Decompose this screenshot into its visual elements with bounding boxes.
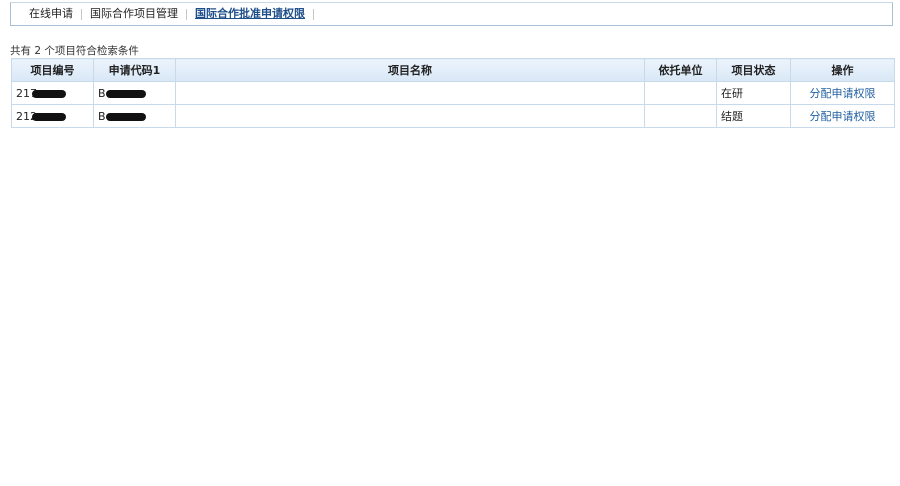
project-name-cell[interactable]: [175, 104, 645, 128]
redaction-mark: [106, 112, 146, 121]
header-project-status: 项目状态: [716, 58, 791, 82]
project-id-cell: 217: [11, 81, 94, 105]
header-apply-code: 申请代码1: [93, 58, 176, 82]
table-row: 212 B 结题 分配申请权限: [11, 104, 895, 128]
header-project-id: 项目编号: [11, 58, 94, 82]
apply-code: B: [98, 109, 106, 123]
redaction-mark: [32, 89, 66, 98]
project-status: 在研: [716, 81, 791, 105]
assign-permission-link[interactable]: 分配申请权限: [810, 110, 876, 123]
apply-code: B: [98, 86, 106, 100]
operation-cell: 分配申请权限: [790, 104, 895, 128]
redaction-mark: [32, 112, 66, 121]
project-status: 结题: [716, 104, 791, 128]
assign-permission-link[interactable]: 分配申请权限: [810, 87, 876, 100]
host-unit-cell: [644, 104, 717, 128]
header-project-name: 项目名称: [175, 58, 645, 82]
tab-bar: 在线申请 国际合作项目管理 国际合作批准申请权限: [10, 2, 893, 26]
apply-code-cell: B: [93, 104, 176, 128]
project-name-cell[interactable]: [175, 81, 645, 105]
table-row: 217 B 在研 分配申请权限: [11, 81, 895, 105]
host-unit-cell: [644, 81, 717, 105]
result-summary: 共有 2 个项目符合检索条件: [10, 45, 139, 57]
operation-cell: 分配申请权限: [790, 81, 895, 105]
tab-online-apply[interactable]: 在线申请: [21, 7, 81, 21]
apply-code-cell: B: [93, 81, 176, 105]
project-id-cell: 212: [11, 104, 94, 128]
header-host-unit: 依托单位: [644, 58, 717, 82]
header-operation: 操作: [790, 58, 895, 82]
tab-separator: [313, 8, 314, 20]
tab-intl-project-mgmt[interactable]: 国际合作项目管理: [82, 7, 186, 21]
table-header-row: 项目编号 申请代码1 项目名称 依托单位 项目状态 操作: [11, 58, 895, 82]
redaction-mark: [106, 89, 146, 98]
tab-intl-approve-permission[interactable]: 国际合作批准申请权限: [187, 7, 313, 21]
project-table: 项目编号 申请代码1 项目名称 依托单位 项目状态 操作 217 B 在研 分配…: [11, 58, 895, 128]
